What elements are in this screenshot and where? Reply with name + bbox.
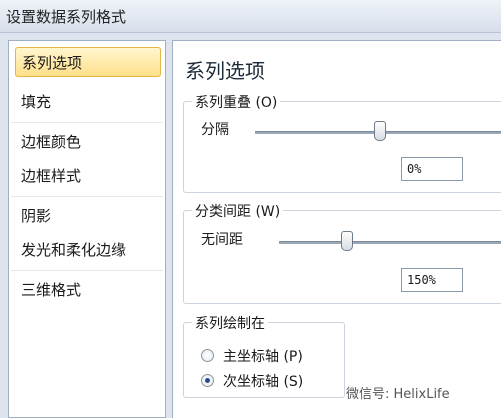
dialog-title-bar: 设置数据系列格式	[0, 0, 501, 33]
plot-on-group-label: 系列绘制在	[192, 313, 268, 333]
dialog-title: 设置数据系列格式	[6, 8, 127, 26]
secondary-axis-radio[interactable]	[201, 374, 214, 387]
nav-separator	[11, 122, 163, 123]
gap-width-slider-thumb[interactable]	[340, 231, 353, 251]
overlap-group-label: 系列重叠 (O)	[192, 92, 281, 112]
overlap-left-label: 分隔	[201, 122, 229, 138]
nav-item-fill[interactable]: 填充	[15, 87, 161, 117]
nav-item-glow-soft-edges[interactable]: 发光和柔化边缘	[15, 235, 161, 265]
options-panel: 系列选项 系列重叠 (O) 分隔 0% 分类间距 (W) 无间距 150% 系列…	[172, 40, 501, 418]
overlap-slider-thumb[interactable]	[374, 121, 386, 141]
watermark-text: 微信号: HelixLife	[346, 387, 450, 402]
overlap-value-input[interactable]: 0%	[401, 157, 463, 181]
nav-item-series-options[interactable]: 系列选项	[15, 47, 161, 77]
gap-width-value-input[interactable]: 150%	[401, 268, 463, 292]
nav-item-border-color[interactable]: 边框颜色	[15, 127, 161, 157]
nav-separator	[11, 196, 163, 197]
gap-width-group-label: 分类间距 (W)	[192, 201, 284, 221]
gap-width-left-label: 无间距	[201, 232, 243, 248]
nav-separator	[11, 270, 163, 271]
category-list: 系列选项 填充 边框颜色 边框样式 阴影 发光和柔化边缘 三维格式	[8, 40, 166, 418]
secondary-axis-label: 次坐标轴 (S)	[223, 374, 304, 390]
nav-item-3d-format[interactable]: 三维格式	[15, 275, 161, 305]
page-title: 系列选项	[185, 59, 265, 83]
gap-width-slider-track[interactable]	[279, 241, 501, 244]
nav-item-shadow[interactable]: 阴影	[15, 201, 161, 231]
nav-item-border-style[interactable]: 边框样式	[15, 161, 161, 191]
primary-axis-label: 主坐标轴 (P)	[223, 349, 303, 365]
primary-axis-radio[interactable]	[201, 349, 214, 362]
